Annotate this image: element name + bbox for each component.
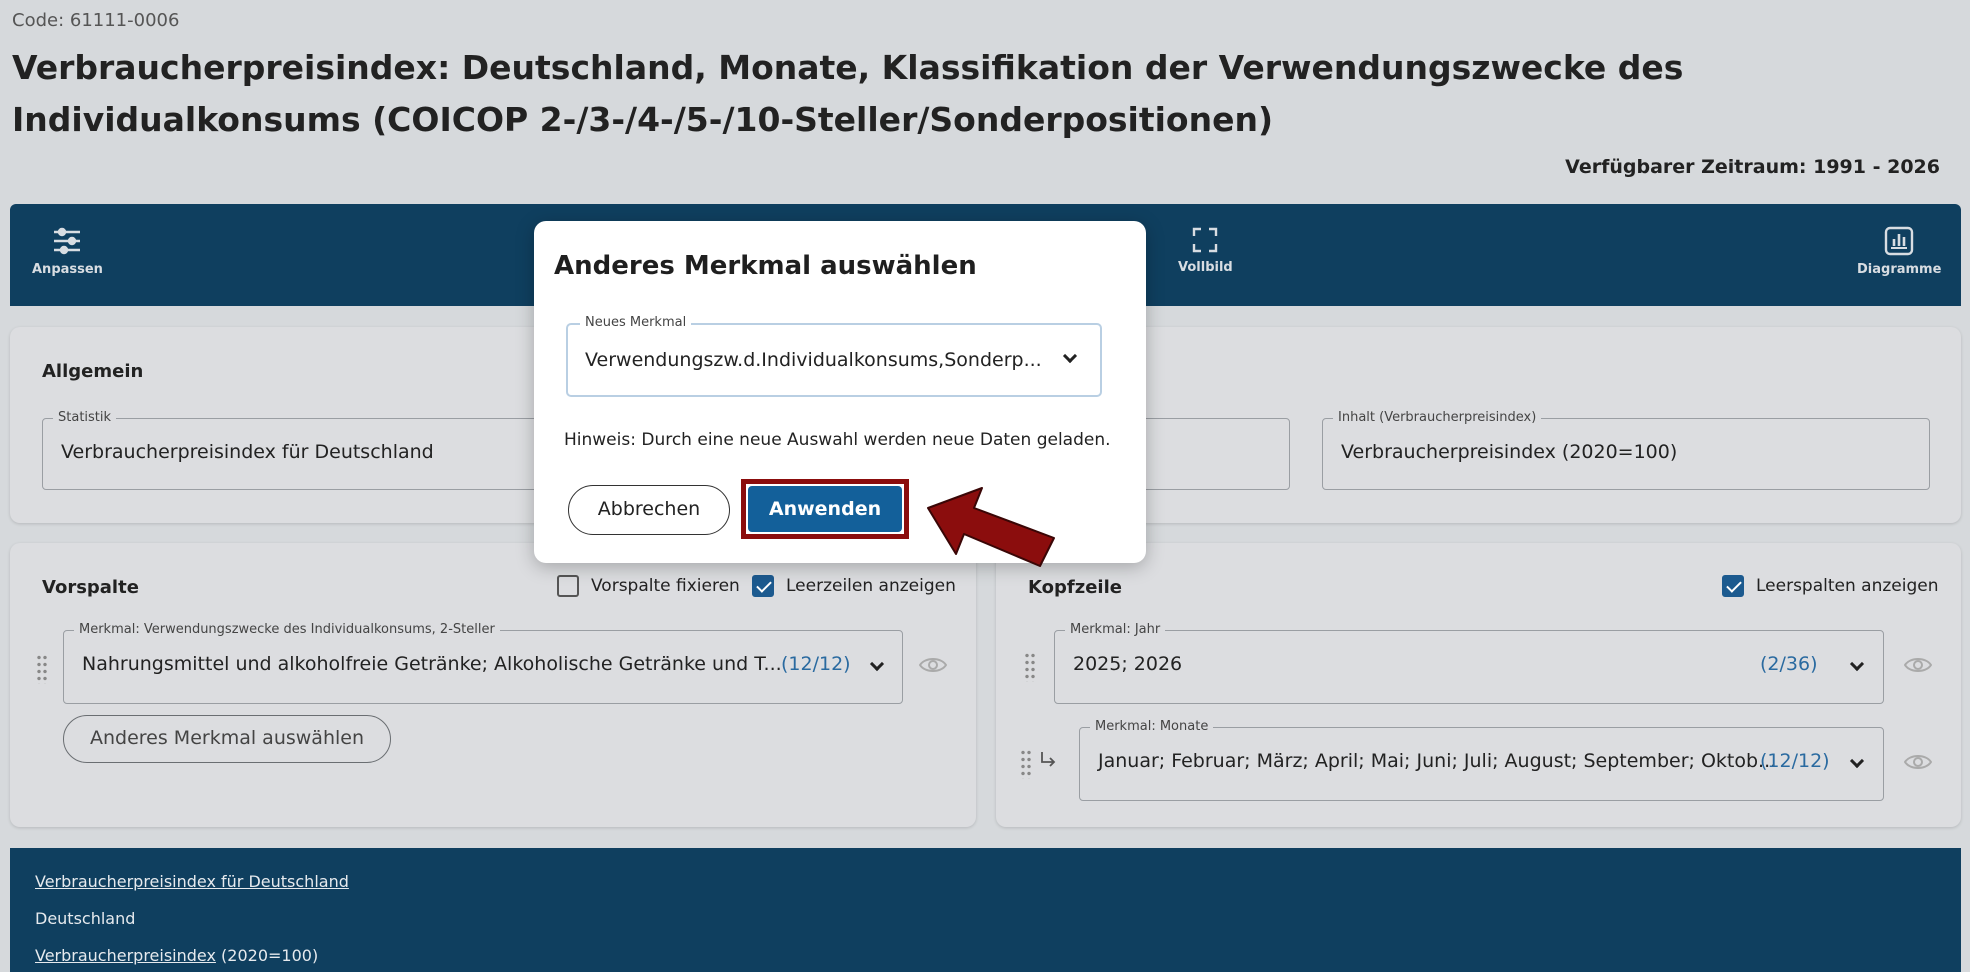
vorspalte-merkmal-legend: Merkmal: Verwendungszwecke des Individua…: [74, 622, 500, 637]
vorspalte-merkmal-select[interactable]: Merkmal: Verwendungszwecke des Individua…: [63, 622, 903, 704]
vollbild-button[interactable]: Vollbild: [1178, 226, 1233, 275]
allgemein-heading: Allgemein: [42, 361, 144, 382]
inhalt-value: Verbraucherpreisindex (2020=100): [1341, 441, 1678, 463]
bar-chart-icon: [1885, 226, 1914, 256]
leerspalten-checkbox[interactable]: Leerspalten anzeigen: [1722, 575, 1939, 597]
checkbox-checked[interactable]: [752, 575, 774, 597]
jahr-legend: Merkmal: Jahr: [1065, 622, 1166, 637]
neues-merkmal-select[interactable]: Neues Merkmal Verwendungszw.d.Individual…: [566, 315, 1102, 397]
subitem-arrow-icon: [1041, 752, 1056, 767]
chevron-down-icon: [1849, 753, 1865, 769]
chevron-down-icon: [1062, 348, 1078, 364]
diagramme-button[interactable]: Diagramme: [1857, 226, 1941, 277]
kopfzeile-heading: Kopfzeile: [1028, 577, 1122, 598]
footer-inhalt: Verbraucherpreisindex (2020=100): [35, 946, 318, 965]
dialog-hint: Hinweis: Durch eine neue Auswahl werden …: [564, 430, 1111, 450]
vorspalte-card: Vorspalte Vorspalte fixieren Leerzeilen …: [10, 543, 976, 827]
table-code: Code: 61111-0006: [12, 10, 180, 31]
statistik-value: Verbraucherpreisindex für Deutschland: [61, 441, 434, 463]
footer-region: Deutschland: [35, 909, 136, 928]
table-header-footer: Verbraucherpreisindex für Deutschland De…: [10, 848, 1961, 972]
apply-button[interactable]: Anwenden: [748, 486, 902, 532]
chevron-down-icon: [869, 656, 885, 672]
page: Code: 61111-0006 Verbraucherpreisindex: …: [0, 0, 1970, 972]
diagramme-label: Diagramme: [1857, 262, 1942, 277]
monate-select[interactable]: Merkmal: Monate Januar; Februar; März; A…: [1079, 719, 1884, 801]
jahr-count: (2/36): [1760, 653, 1818, 675]
footer-inhalt-link[interactable]: Verbraucherpreisindex: [35, 946, 216, 965]
anpassen-label: Anpassen: [32, 262, 103, 277]
jahr-select[interactable]: Merkmal: Jahr 2025; 2026 (2/36): [1054, 622, 1884, 704]
leerzeilen-label: Leerzeilen anzeigen: [786, 576, 956, 596]
vorspalte-merkmal-value: Nahrungsmittel und alkoholfreie Getränke…: [82, 653, 782, 675]
cancel-button[interactable]: Abbrechen: [568, 485, 730, 535]
leerzeilen-checkbox[interactable]: Leerzeilen anzeigen: [752, 575, 956, 597]
monate-count: (12/12): [1760, 750, 1830, 772]
neues-merkmal-legend: Neues Merkmal: [580, 315, 692, 330]
vorspalte-merkmal-count: (12/12): [781, 653, 851, 675]
checkbox-unchecked[interactable]: [557, 575, 579, 597]
drag-handle-icon[interactable]: [36, 654, 48, 684]
fullscreen-icon: [1193, 227, 1218, 253]
vorspalte-heading: Vorspalte: [42, 577, 139, 598]
footer-inhalt-rest: (2020=100): [215, 946, 319, 965]
eye-icon[interactable]: [1904, 655, 1932, 675]
checkbox-checked[interactable]: [1722, 575, 1744, 597]
vorspalte-fixieren-label: Vorspalte fixieren: [591, 576, 740, 596]
chevron-down-icon: [1849, 656, 1865, 672]
annotation-arrow: [927, 487, 1055, 567]
vorspalte-fixieren-checkbox[interactable]: Vorspalte fixieren: [557, 575, 740, 597]
dialog-title: Anderes Merkmal auswählen: [554, 251, 977, 281]
drag-handle-icon[interactable]: [1024, 652, 1036, 682]
inhalt-field[interactable]: Inhalt (Verbraucherpreisindex) Verbrauch…: [1322, 410, 1930, 490]
monate-value: Januar; Februar; März; April; Mai; Juni;…: [1098, 750, 1777, 772]
sliders-icon: [54, 227, 81, 255]
page-title: Verbraucherpreisindex: Deutschland, Mona…: [12, 48, 1684, 139]
eye-icon[interactable]: [1904, 752, 1932, 772]
statistik-legend: Statistik: [53, 410, 117, 425]
drag-handle-icon[interactable]: [1020, 749, 1032, 779]
anderes-merkmal-button[interactable]: Anderes Merkmal auswählen: [63, 715, 391, 763]
monate-legend: Merkmal: Monate: [1090, 719, 1214, 734]
anpassen-button[interactable]: Anpassen: [32, 226, 103, 277]
eye-icon[interactable]: [919, 655, 947, 675]
jahr-value: 2025; 2026: [1073, 653, 1183, 675]
footer-statistik-link[interactable]: Verbraucherpreisindex für Deutschland: [35, 872, 349, 891]
inhalt-legend: Inhalt (Verbraucherpreisindex): [1333, 410, 1542, 425]
kopfzeile-card: Kopfzeile Leerspalten anzeigen Merkmal: …: [996, 543, 1961, 827]
leerspalten-label: Leerspalten anzeigen: [1756, 576, 1939, 596]
available-period: Verfügbarer Zeitraum: 1991 - 2026: [1565, 156, 1940, 178]
vollbild-label: Vollbild: [1178, 260, 1233, 275]
neues-merkmal-value: Verwendungszw.d.Individualkonsums,Sonder…: [585, 349, 1042, 371]
